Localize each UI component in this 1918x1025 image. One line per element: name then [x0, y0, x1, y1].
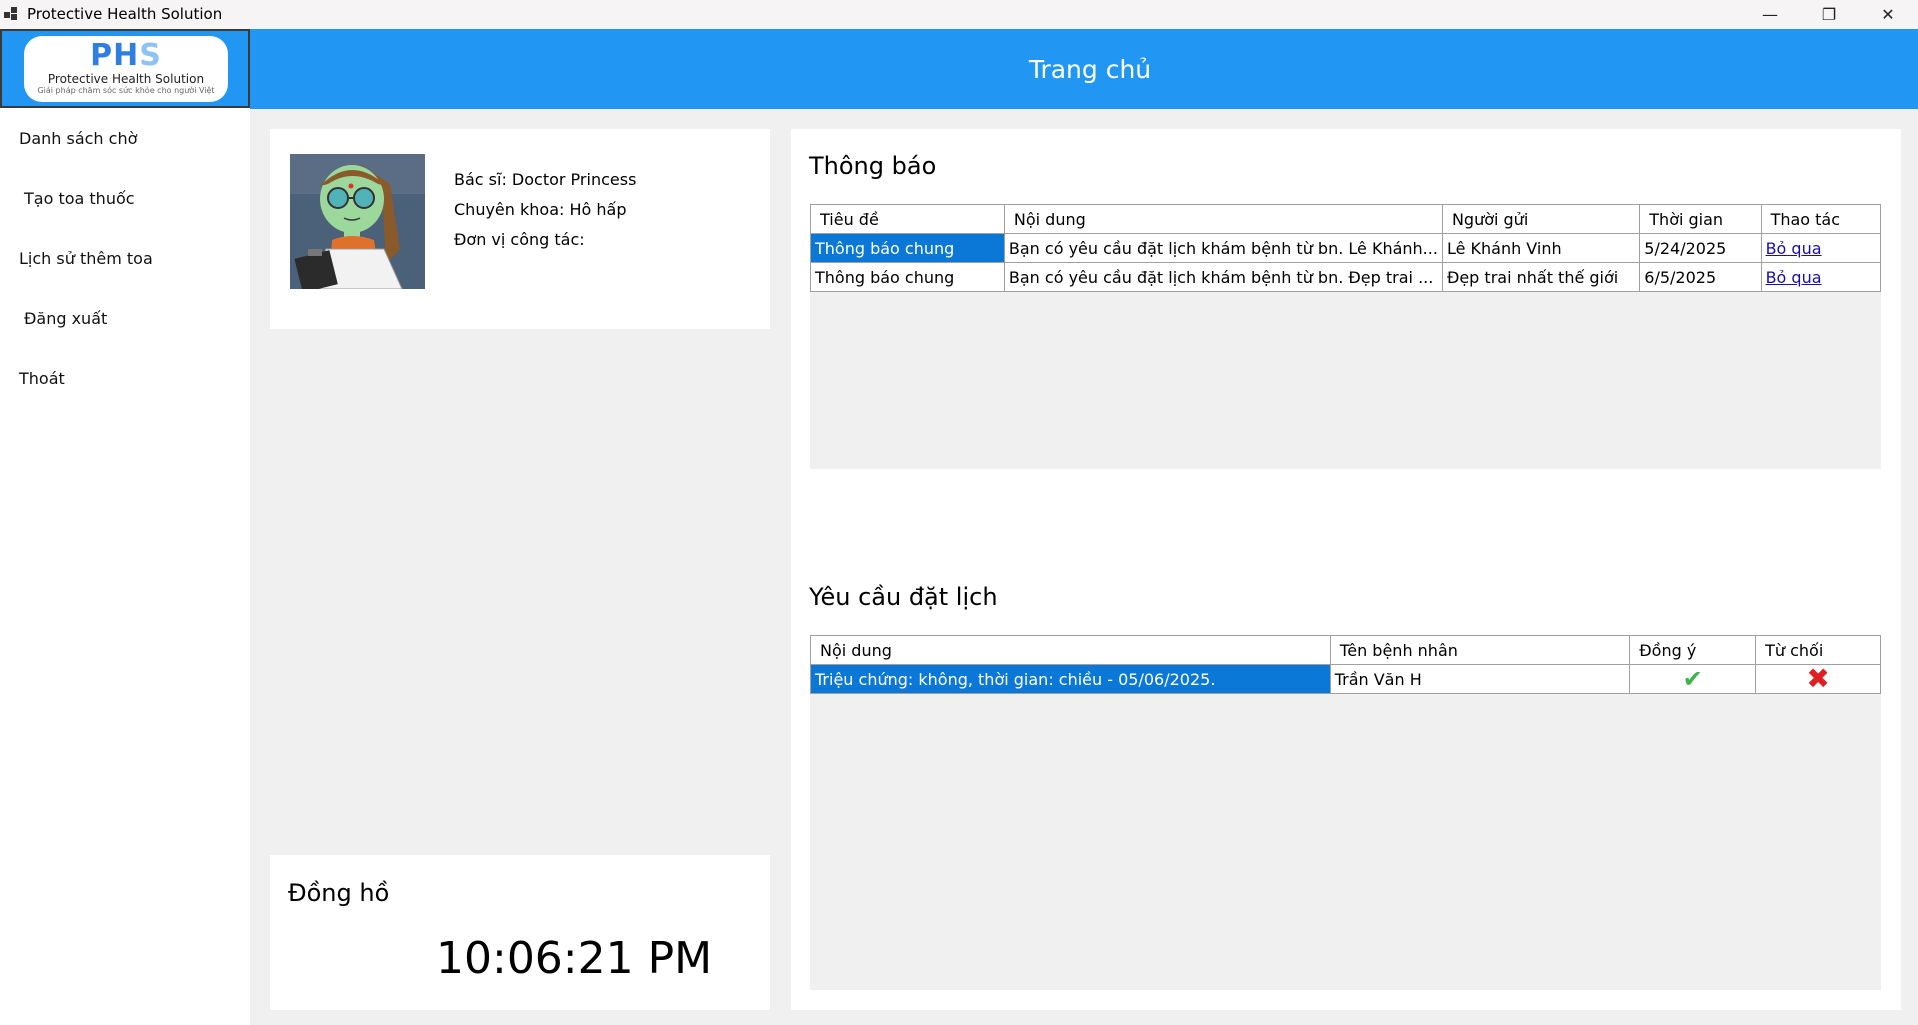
notification-content-cell[interactable]: Bạn có yêu cầu đặt lịch khám bệnh từ bn.…	[1003, 262, 1443, 292]
appointments-header-row: Nội dung Tên bệnh nhân Đồng ý Từ chối	[810, 635, 1881, 665]
column-header-action[interactable]: Thao tác	[1760, 204, 1882, 234]
appointment-patient-cell[interactable]: Trần Văn H	[1329, 664, 1631, 694]
minimize-icon[interactable]: —	[1741, 0, 1799, 29]
window-title: Protective Health Solution	[27, 5, 223, 23]
table-row[interactable]: Thông báo chung Bạn có yêu cầu đặt lịch …	[810, 262, 1882, 292]
logo-mark: PHS	[90, 38, 162, 73]
notification-sender-cell[interactable]: Đẹp trai nhất thế giới	[1441, 262, 1641, 292]
column-header-sender[interactable]: Người gửi	[1441, 204, 1641, 234]
dashboard-panel: Thông báo Tiêu đề Nội dung Người gửi Thờ…	[791, 129, 1901, 1010]
page-title: Trang chủ	[1028, 54, 1152, 84]
check-icon[interactable]: ✔	[1683, 666, 1703, 693]
sidebar: PHS Protective Health Solution Giải pháp…	[0, 29, 250, 1025]
table-row[interactable]: Thông báo chung Bạn có yêu cầu đặt lịch …	[810, 233, 1882, 263]
doctor-specialty: Chuyên khoa: Hô hấp	[454, 200, 627, 219]
notifications-title: Thông báo	[809, 152, 937, 180]
window-titlebar: Protective Health Solution — ❐ ✕	[0, 0, 1918, 29]
notification-time-cell[interactable]: 5/24/2025	[1639, 233, 1762, 263]
restore-icon[interactable]: ❐	[1800, 0, 1858, 29]
sidebar-item-prescription-history[interactable]: Lịch sử thêm toa	[19, 249, 153, 268]
notification-title-cell[interactable]: Thông báo chung	[810, 233, 1005, 263]
notification-time-cell[interactable]: 6/5/2025	[1639, 262, 1762, 292]
clock-time: 10:06:21 PM	[436, 933, 713, 984]
column-header-content[interactable]: Nội dung	[810, 635, 1331, 665]
column-header-content[interactable]: Nội dung	[1003, 204, 1443, 234]
table-row[interactable]: Triệu chứng: không, thời gian: chiều - 0…	[810, 664, 1881, 694]
notification-sender-cell[interactable]: Lê Khánh Vinh	[1441, 233, 1641, 263]
logo-name: Protective Health Solution	[47, 72, 205, 86]
notification-action-cell[interactable]: Bỏ qua	[1760, 262, 1882, 292]
reject-button[interactable]: ✖	[1755, 664, 1881, 694]
column-header-time[interactable]: Thời gian	[1639, 204, 1762, 234]
app-icon	[4, 7, 18, 21]
logo-tagline: Giải pháp chăm sóc sức khỏe cho người Vi…	[37, 86, 215, 95]
doctor-avatar-image	[290, 154, 425, 289]
avatar	[290, 154, 425, 289]
notifications-header-row: Tiêu đề Nội dung Người gửi Thời gian Tha…	[810, 204, 1882, 234]
appointments-table: Nội dung Tên bệnh nhân Đồng ý Từ chối Tr…	[810, 635, 1881, 694]
accept-button[interactable]: ✔	[1629, 664, 1757, 694]
x-icon[interactable]: ✖	[1806, 666, 1829, 693]
sidebar-item-logout[interactable]: Đăng xuất	[24, 309, 107, 328]
column-header-patient[interactable]: Tên bệnh nhân	[1329, 635, 1631, 665]
header: Trang chủ	[250, 29, 1918, 109]
notification-title-cell[interactable]: Thông báo chung	[810, 262, 1005, 292]
logo-container[interactable]: PHS Protective Health Solution Giải pháp…	[0, 29, 250, 108]
dismiss-link[interactable]: Bỏ qua	[1766, 239, 1822, 258]
dismiss-link[interactable]: Bỏ qua	[1766, 268, 1822, 287]
sidebar-item-exit[interactable]: Thoát	[19, 369, 65, 388]
appointments-title: Yêu cầu đặt lịch	[809, 583, 998, 611]
notification-action-cell[interactable]: Bỏ qua	[1760, 233, 1882, 263]
sidebar-item-create-prescription[interactable]: Tạo toa thuốc	[24, 189, 135, 208]
profile-panel: Bác sĩ: Doctor Princess Chuyên khoa: Hô …	[270, 129, 770, 329]
doctor-workplace: Đơn vị công tác:	[454, 230, 585, 249]
column-header-reject[interactable]: Từ chối	[1755, 635, 1881, 665]
clock-title: Đồng hồ	[288, 879, 390, 907]
close-icon[interactable]: ✕	[1859, 0, 1917, 29]
column-header-title[interactable]: Tiêu đề	[810, 204, 1005, 234]
notification-content-cell[interactable]: Bạn có yêu cầu đặt lịch khám bệnh từ bn.…	[1003, 233, 1443, 263]
appointment-content-cell[interactable]: Triệu chứng: không, thời gian: chiều - 0…	[810, 664, 1331, 694]
logo: PHS Protective Health Solution Giải pháp…	[24, 36, 228, 102]
sidebar-item-waiting-list[interactable]: Danh sách chờ	[19, 129, 137, 148]
doctor-name: Bác sĩ: Doctor Princess	[454, 170, 637, 189]
clock-panel: Đồng hồ 10:06:21 PM	[270, 855, 770, 1010]
column-header-accept[interactable]: Đồng ý	[1629, 635, 1757, 665]
notifications-table: Tiêu đề Nội dung Người gửi Thời gian Tha…	[810, 204, 1882, 292]
main-content: Bác sĩ: Doctor Princess Chuyên khoa: Hô …	[250, 109, 1918, 1025]
